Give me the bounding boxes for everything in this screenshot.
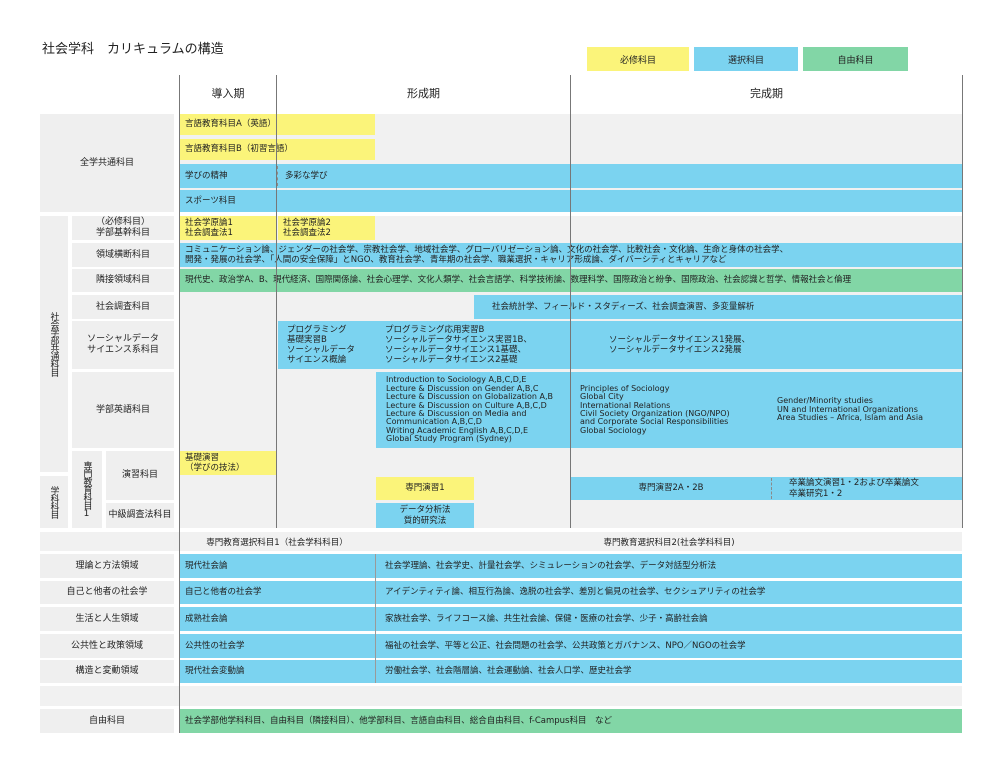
area-row: 現代社会論 社会学理論、社会学史、計量社会学、シミュレーションの社会学、データ対話… — [180, 554, 962, 578]
col-divider-intro — [276, 75, 277, 528]
area-label: 生活と人生領域 — [40, 607, 174, 631]
area-left-course: 成熟社会論 — [185, 613, 228, 624]
area-right-courses: 福祉の社会学、平等と公正、社会問題の社会学、公共政策とガバナンス、NPO／NGO… — [385, 640, 746, 651]
eng-course-1: Introduction to Sociology A,B,C,D,E Lect… — [386, 375, 554, 444]
diverse-course: 多彩な学び — [285, 170, 328, 181]
legend-free: 自由科目 — [803, 47, 908, 71]
area-label: 公共性と政策領域 — [40, 634, 174, 658]
eng-course-3: Gender/Minority studies UN and Internati… — [777, 396, 923, 423]
phase-formation: 形成期 — [407, 87, 440, 100]
cross-label: 領域横断科目 — [72, 243, 174, 267]
dept-sub-label: 専門教育科目1 — [72, 451, 102, 528]
area-left-course: 公共性の社会学 — [185, 640, 245, 651]
faculty-common-label: 社会学部共通科目 — [40, 216, 68, 472]
col-divider-spec — [375, 554, 376, 683]
area-row: 自己と他者の社会学 アイデンティティ論、相互行為論、逸脱の社会学、差別と偏見の社会… — [180, 581, 962, 604]
ds-course-2: プログラミング応用実習B ソーシャルデータサイエンス実習1B、 ソーシャルデータ… — [385, 324, 532, 366]
phase-intro: 導入期 — [211, 87, 245, 100]
page-title: 社会学科 カリキュラムの構造 — [42, 42, 224, 57]
seminar-3: 卒業論文演習1・2および卒業論文 卒業研究1・2 — [771, 477, 962, 500]
col-divider-left — [179, 75, 180, 733]
area-row: 現代社会変動論 労働社会学、社会階層論、社会運動論、社会人口学、歴史社会学 — [180, 660, 962, 683]
area-left-course: 現代社会論 — [185, 560, 228, 571]
legend-required: 必修科目 — [587, 47, 689, 71]
ds-course-1: プログラミング 基礎実習B ソーシャルデータ サイエンス概論 — [287, 324, 355, 366]
area-label: 自己と他者の社会学 — [40, 581, 174, 604]
ds-label: ソーシャルデータ サイエンス系科目 — [72, 321, 174, 369]
area-row: 成熟社会論 家族社会学、ライフコース論、共生社会論、保健・医療の社会学、少子・高齢… — [180, 607, 962, 631]
ds-course-3: ソーシャルデータサイエンス1発展、 ソーシャルデータサイエンス2発展 — [609, 334, 750, 355]
area-right-courses: アイデンティティ論、相互行為論、逸脱の社会学、差別と偏見の社会学、セクシュアリテ… — [385, 587, 766, 598]
area-right-courses: 労働社会学、社会階層論、社会運動論、社会人口学、歴史社会学 — [385, 666, 632, 677]
basic-course-1: 社会学原論1 社会調査法1 — [180, 216, 276, 240]
cross-courses: コミュニケーション論、ジェンダーの社会学、宗教社会学、地域社会学、グローバリゼー… — [180, 243, 962, 267]
eng-course-2: Principles of Sociology Global City Inte… — [580, 383, 730, 435]
free-label: 自由科目 — [40, 709, 174, 733]
area-row: 公共性の社会学 福祉の社会学、平等と公正、社会問題の社会学、公共政策とガバナンス、… — [180, 634, 962, 658]
free-courses: 社会学部他学科科目、自由科目（隣接科目）、他学部科目、言語自由科目、総合自由科目… — [180, 709, 962, 733]
seminar-basic: 基礎演習 （学びの技法） — [180, 451, 276, 475]
basic-course-2: 社会学原論2 社会調査法2 — [278, 216, 375, 240]
advsurvey-courses: データ分析法 質的研究法 — [376, 503, 474, 528]
col-divider-formation — [570, 75, 571, 528]
dept-label: 学科科目 — [40, 476, 68, 528]
spirit-course: 学びの精神 — [185, 170, 228, 181]
area-left-course: 現代社会変動論 — [185, 666, 245, 677]
seminar-divider — [771, 478, 772, 499]
phase-completion: 完成期 — [750, 87, 783, 100]
seminar-label: 演習科目 — [106, 451, 174, 500]
lang-b-course: 言語教育科目B（初習言語） — [180, 139, 375, 160]
area-label: 構造と変動領域 — [40, 660, 174, 683]
spec-header-2: 専門教育選択科目2(社会学科科目) — [603, 537, 735, 548]
area-right-courses: 社会学理論、社会学史、計量社会学、シミュレーションの社会学、データ対話型分析法 — [385, 560, 717, 571]
spec-header-1: 専門教育選択科目1（社会学科科目） — [206, 537, 348, 548]
area-right-courses: 家族社会学、ライフコース論、共生社会論、保健・医療の社会学、少子・高齢社会論 — [385, 613, 708, 624]
survey-courses: 社会統計学、フィールド・スタディーズ、社会調査演習、多変量解析 — [474, 295, 962, 319]
adj-label: 隣接領域科目 — [72, 269, 174, 292]
lang-a-course: 言語教育科目A（英語） — [180, 114, 375, 135]
seminar-2: 専門演習2A・2B — [571, 477, 771, 500]
sports-course: スポーツ科目 — [180, 190, 962, 212]
col-divider-right — [962, 75, 963, 528]
advsurvey-label: 中級調査法科目 — [106, 503, 174, 528]
eng-label: 学部英語科目 — [72, 372, 174, 448]
seminar-1: 専門演習1 — [376, 477, 474, 500]
adj-courses: 現代史、政治学A、B、現代経済、国際関係論、社会心理学、文化人類学、社会言語学、… — [180, 269, 962, 292]
legend-elective: 選択科目 — [694, 47, 798, 71]
basic-label: （必修科目） 学部基幹科目 — [72, 216, 174, 240]
area-label: 理論と方法領域 — [40, 554, 174, 578]
spirit-row: 学びの精神 多彩な学び — [180, 164, 962, 188]
area-left-course: 自己と他者の社会学 — [185, 587, 262, 598]
spirit-divider — [277, 166, 278, 186]
all-school-label: 全学共通科目 — [40, 114, 174, 212]
survey-label: 社会調査科目 — [72, 295, 174, 319]
